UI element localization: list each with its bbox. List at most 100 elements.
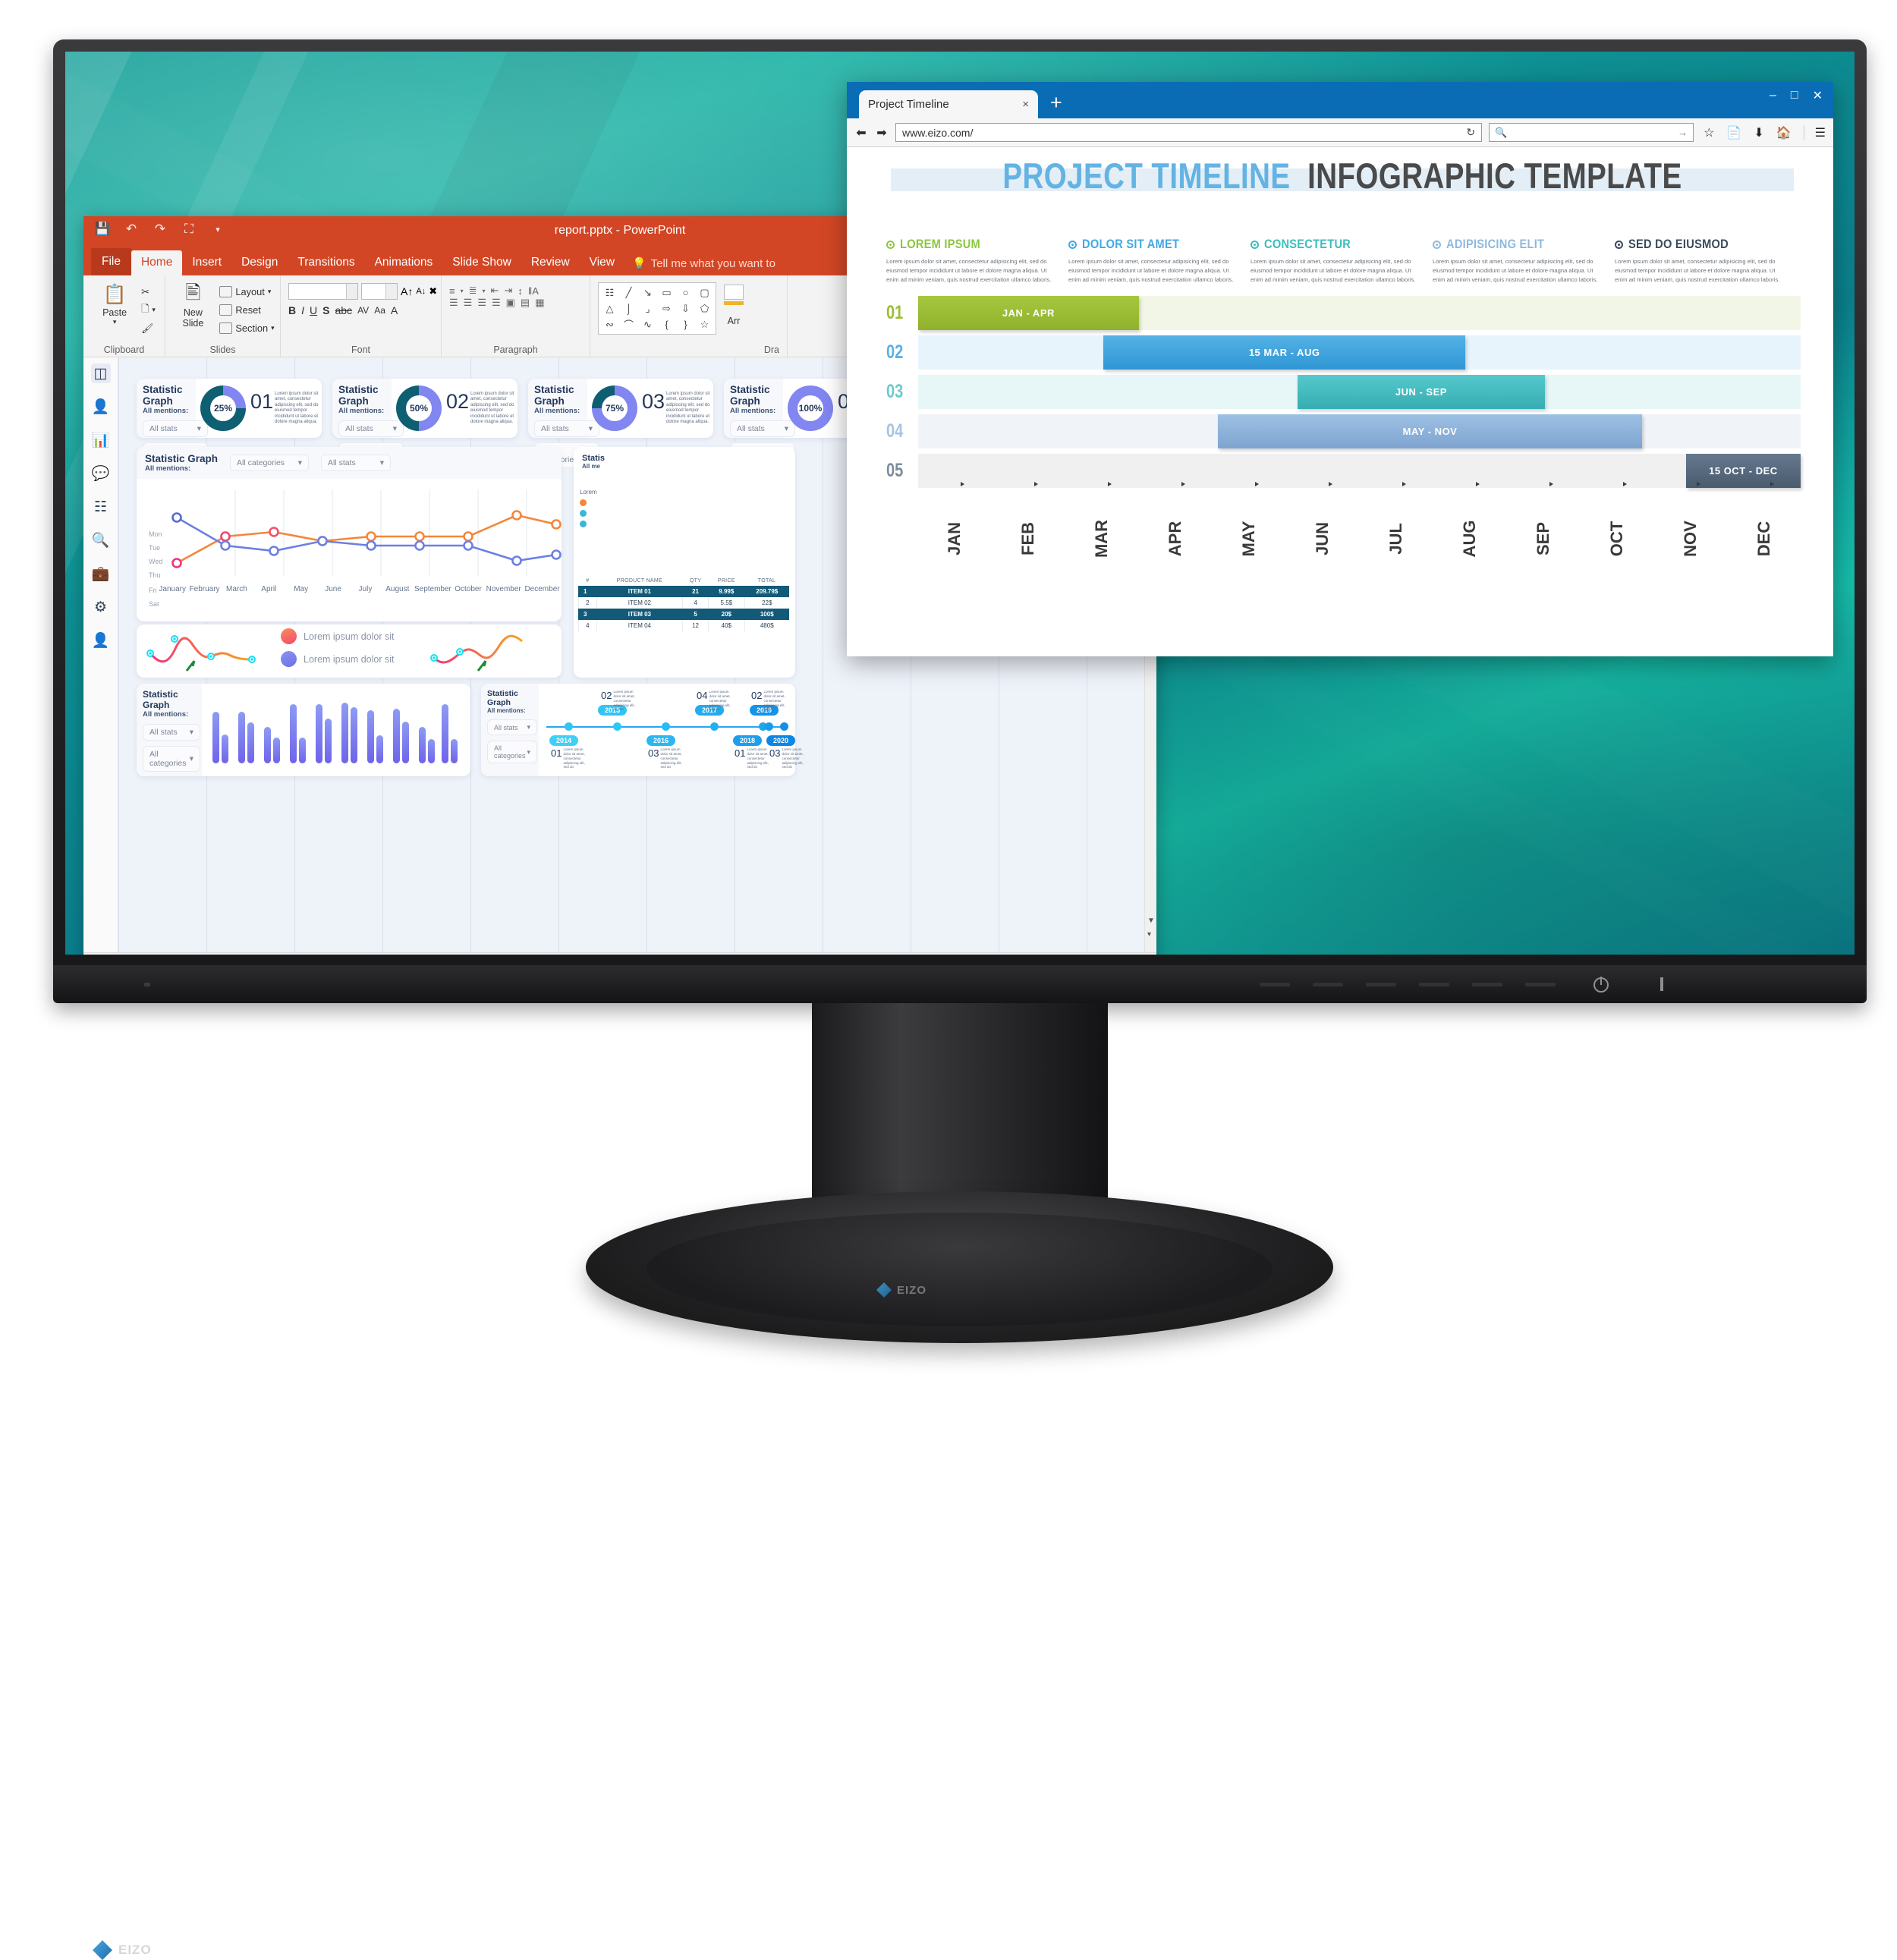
down-arrow-shape-icon[interactable]: ⇩ bbox=[676, 300, 695, 316]
section-dropdown-icon[interactable]: ▾ bbox=[271, 324, 275, 332]
pentagon-shape-icon[interactable]: ⬠ bbox=[695, 300, 714, 316]
bar-chart-select-stats[interactable]: All stats▾ bbox=[143, 724, 200, 741]
increase-font-size-icon[interactable]: A↑ bbox=[401, 285, 413, 297]
bullet-dropdown-icon[interactable]: ▾ bbox=[461, 288, 464, 294]
cut-button[interactable]: ✂ bbox=[141, 284, 156, 300]
gantt-icon[interactable]: ☷ bbox=[91, 497, 111, 517]
align-left-icon[interactable]: ☰ bbox=[449, 297, 458, 309]
shape-gallery[interactable]: ☷ ╱ ↘ ▭ ○ ▢ △ ⌡ ⌟ ⇨ ⇩ ⬠ ∾ ⌒ ∿ bbox=[598, 282, 716, 335]
powerpoint-statusbar[interactable]: Slide 1 of 13 English (United States) ☰N… bbox=[83, 952, 1156, 955]
bar-chart-controls[interactable]: Statistic Graph All mentions: All stats▾… bbox=[137, 684, 202, 776]
new-tab-icon[interactable]: + bbox=[1050, 94, 1062, 111]
maximize-icon[interactable]: □ bbox=[1791, 89, 1798, 102]
shape-fill-swatch[interactable] bbox=[724, 301, 744, 305]
number-dropdown-icon[interactable]: ▾ bbox=[483, 288, 486, 294]
decrease-indent-icon[interactable]: ⇤ bbox=[491, 285, 499, 297]
menu-icon[interactable]: ☰ bbox=[1804, 125, 1826, 140]
triangle-shape-icon[interactable]: △ bbox=[600, 300, 619, 316]
font-size-dropdown-icon[interactable] bbox=[385, 284, 397, 299]
italic-button[interactable]: I bbox=[301, 304, 304, 316]
power-button-icon[interactable] bbox=[1593, 977, 1609, 993]
justify-icon[interactable]: ☰ bbox=[492, 297, 501, 309]
ribbon-tab-design[interactable]: Design bbox=[231, 250, 288, 275]
gantt-bar-01[interactable]: JAN - APR bbox=[918, 296, 1139, 330]
arc-shape-icon[interactable]: ⌒ bbox=[619, 316, 638, 332]
reload-icon[interactable]: ↻ bbox=[1466, 126, 1475, 139]
paste-button[interactable]: 📋 Paste ▾ bbox=[93, 282, 137, 326]
table-row[interactable]: 4 ITEM 04 12 40$ 480$ bbox=[579, 620, 790, 631]
gantt-bar-02[interactable]: 15 MAR - AUG bbox=[1103, 335, 1465, 370]
ellipse-shape-icon[interactable]: ○ bbox=[676, 285, 695, 300]
strikethrough-button[interactable]: abc bbox=[335, 304, 352, 316]
convert-smartart-icon[interactable]: ▦ bbox=[535, 297, 544, 309]
font-family-select[interactable] bbox=[288, 283, 358, 300]
close-icon[interactable]: ✕ bbox=[1813, 88, 1823, 103]
year-timeline-select-stats[interactable]: All stats▾ bbox=[487, 719, 537, 735]
bullet-list-icon[interactable]: ≡ bbox=[449, 285, 455, 297]
monitor-control-key-1[interactable] bbox=[1260, 983, 1290, 986]
stat-card-02[interactable]: Statistic Graph All mentions: All stats▾… bbox=[332, 379, 518, 438]
reading-list-icon[interactable]: 📄 bbox=[1726, 125, 1741, 140]
back-icon[interactable]: ⬅ bbox=[854, 125, 868, 140]
rectangle-shape-icon[interactable]: ▭ bbox=[657, 285, 676, 300]
downloads-icon[interactable]: ⬇ bbox=[1754, 125, 1763, 140]
arrange-label[interactable]: Arr bbox=[728, 316, 741, 326]
window-controls[interactable]: – □ ✕ bbox=[1770, 88, 1823, 103]
search-icon[interactable]: 🔍 bbox=[91, 530, 111, 550]
minimize-icon[interactable]: – bbox=[1770, 89, 1776, 102]
slide-side-rail[interactable]: ◫ 👤 📊 💬 ☷ 🔍 💼 ⚙ 👤 bbox=[83, 357, 118, 952]
stat-card-03[interactable]: Statistic Graph All mentions: All stats▾… bbox=[528, 379, 713, 438]
bold-button[interactable]: B bbox=[288, 304, 296, 316]
increase-indent-icon[interactable]: ⇥ bbox=[504, 285, 512, 297]
numbered-list-icon[interactable]: ≣ bbox=[469, 285, 477, 297]
format-painter-button[interactable]: 🖌 bbox=[141, 320, 156, 336]
stat-card-02-controls[interactable]: Statistic Graph All mentions: All stats▾… bbox=[332, 379, 392, 438]
section-button[interactable]: Section▾ bbox=[219, 320, 274, 336]
curve-shape-icon[interactable]: ∿ bbox=[638, 316, 657, 332]
bar-chart-icon[interactable]: 📊 bbox=[91, 430, 111, 450]
close-tab-icon[interactable]: × bbox=[1022, 98, 1029, 111]
text-direction-icon[interactable]: ‖A bbox=[528, 285, 539, 297]
year-timeline-select-categories[interactable]: All categories▾ bbox=[487, 741, 537, 763]
line-spacing-icon[interactable]: ↕ bbox=[518, 285, 523, 297]
monitor-control-key-2[interactable] bbox=[1313, 983, 1343, 986]
monitor-control-key-4[interactable] bbox=[1419, 983, 1449, 986]
tell-me-box[interactable]: 💡 Tell me what you want to bbox=[624, 251, 783, 275]
table-row[interactable]: 2 ITEM 02 4 5.5$ 22$ bbox=[579, 597, 790, 609]
elbow-arrow-icon[interactable]: ⌟ bbox=[638, 300, 657, 316]
right-arrow-shape-icon[interactable]: ⇨ bbox=[657, 300, 676, 316]
copy-dropdown-icon[interactable]: ▾ bbox=[152, 306, 156, 314]
browser-toolbar-icons[interactable]: ☆ 📄 ⬇ 🏠 ☰ bbox=[1700, 125, 1826, 140]
columns-icon[interactable]: ▣ bbox=[506, 297, 515, 309]
gantt-bar-04[interactable]: MAY - NOV bbox=[1218, 414, 1641, 448]
shape-styles-icon[interactable] bbox=[724, 285, 744, 300]
url-bar[interactable]: www.eizo.com/ ↻ bbox=[895, 123, 1482, 142]
layout-dropdown-icon[interactable]: ▾ bbox=[268, 288, 272, 296]
shadow-button[interactable]: S bbox=[322, 304, 329, 316]
freeform-shape-icon[interactable]: ∾ bbox=[600, 316, 619, 332]
data-table[interactable]: # PRODUCT NAME QTY PRICE TOTAL 1 IT bbox=[578, 576, 789, 631]
monitor-control-key-5[interactable] bbox=[1472, 983, 1502, 986]
person-icon[interactable]: 👤 bbox=[91, 397, 111, 417]
align-text-icon[interactable]: ▤ bbox=[521, 297, 530, 309]
decrease-font-size-icon[interactable]: A↓ bbox=[416, 287, 426, 296]
left-brace-shape-icon[interactable]: { bbox=[657, 316, 676, 332]
underline-button[interactable]: U bbox=[310, 304, 317, 316]
rounded-rect-shape-icon[interactable]: ▢ bbox=[695, 285, 714, 300]
stat-card-04-controls[interactable]: Statistic Graph All mentions: All stats▾… bbox=[724, 379, 783, 438]
ribbon-tab-review[interactable]: Review bbox=[521, 250, 580, 275]
sparkline-legend-card[interactable]: Lorem ipsum dolor sit Lorem ipsum dolor … bbox=[137, 624, 562, 678]
align-center-icon[interactable]: ☰ bbox=[464, 297, 473, 309]
paste-dropdown-icon[interactable]: ▾ bbox=[113, 318, 117, 326]
search-bar[interactable]: 🔍 → bbox=[1489, 123, 1694, 142]
reset-button[interactable]: Reset bbox=[219, 302, 274, 318]
comment-icon[interactable]: 💬 bbox=[91, 464, 111, 483]
year-timeline-controls[interactable]: Statistic Graph All mentions: All stats▾… bbox=[481, 684, 539, 776]
ribbon-tab-view[interactable]: View bbox=[580, 250, 624, 275]
scroll-page-down-icon[interactable]: ▾ bbox=[1147, 930, 1151, 939]
font-color-button[interactable]: A bbox=[391, 304, 398, 316]
person-star-icon[interactable]: 👤 bbox=[91, 631, 111, 650]
search-go-icon[interactable]: → bbox=[1678, 127, 1688, 138]
right-brace-shape-icon[interactable]: } bbox=[676, 316, 695, 332]
star-shape-icon[interactable]: ☆ bbox=[695, 316, 714, 332]
